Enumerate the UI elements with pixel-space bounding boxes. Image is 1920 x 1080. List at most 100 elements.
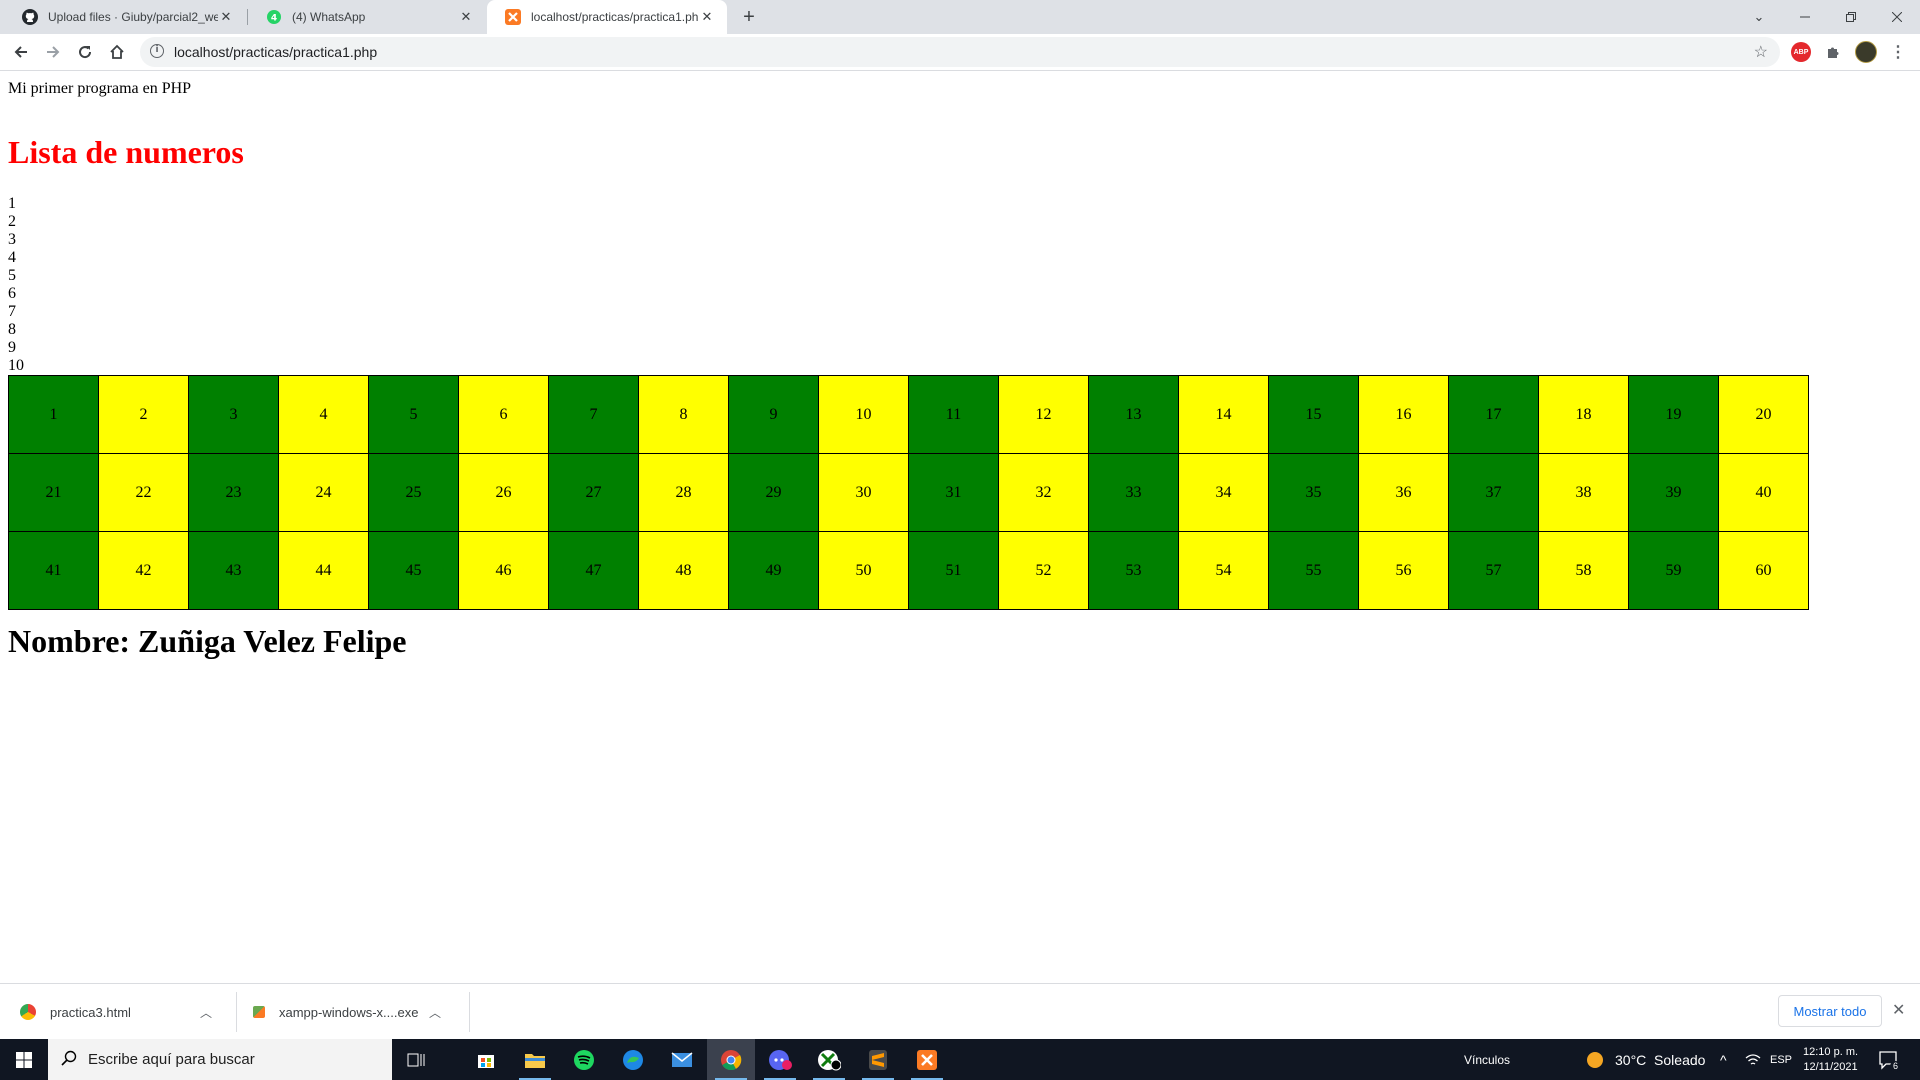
grid-cell: 38 — [1538, 453, 1629, 532]
taskbar-search[interactable]: Escribe aquí para buscar — [48, 1039, 392, 1080]
edge-icon[interactable] — [609, 1039, 657, 1080]
chevron-up-icon[interactable]: ︿ — [429, 1004, 441, 1021]
grid-cell: 56 — [1358, 531, 1449, 610]
window-close-icon[interactable] — [1874, 0, 1920, 34]
svg-text:4: 4 — [271, 14, 277, 24]
grid-cell: 18 — [1538, 375, 1629, 454]
grid-cell: 15 — [1268, 375, 1359, 454]
show-all-downloads-button[interactable]: Mostrar todo — [1778, 995, 1882, 1027]
xampp-icon — [505, 9, 521, 25]
download-separator — [469, 992, 470, 1032]
table-row: 21 22 23 24 25 26 27 28 29 30 31 32 33 34 35 36 37 38 39 40 — [8, 453, 1809, 532]
tab-github-upload[interactable]: Upload files · Giuby/parcial2_web ✕ — [4, 0, 246, 34]
grid-cell: 33 — [1088, 453, 1179, 532]
windows-start-icon[interactable] — [0, 1039, 48, 1080]
store-icon[interactable] — [462, 1039, 510, 1080]
grid-cell: 32 — [998, 453, 1089, 532]
grid-cell: 53 — [1088, 531, 1179, 610]
chevron-up-tray-icon[interactable]: ^ — [1720, 1039, 1727, 1080]
download-filename: practica3.html — [50, 1004, 131, 1020]
close-icon[interactable]: ✕ — [458, 9, 474, 25]
close-downloads-icon[interactable]: ✕ — [1892, 1000, 1905, 1020]
xampp-taskbar-icon[interactable] — [903, 1039, 951, 1080]
chrome-taskbar-icon[interactable] — [707, 1039, 755, 1080]
number-list-item: 5 — [8, 267, 16, 284]
grid-cell: 16 — [1358, 375, 1449, 454]
address-url[interactable]: localhost/practicas/practica1.php — [174, 44, 377, 60]
grid-cell: 2 — [98, 375, 189, 454]
grid-cell: 27 — [548, 453, 639, 532]
task-view-icon[interactable] — [392, 1039, 440, 1080]
grid-cell: 10 — [818, 375, 909, 454]
sun-weather-icon[interactable] — [1570, 1039, 1620, 1080]
grid-cell: 48 — [638, 531, 729, 610]
sublime-text-icon[interactable] — [854, 1039, 902, 1080]
github-icon — [22, 9, 38, 25]
adblock-plus-icon[interactable]: ABP — [1791, 42, 1811, 62]
close-icon[interactable]: ✕ — [218, 9, 234, 25]
page-content: Mi primer programa en PHP Lista de numer… — [0, 71, 1920, 983]
language-indicator[interactable]: ESP — [1770, 1039, 1792, 1080]
tab-practica1[interactable]: localhost/practicas/practica1.php ✕ — [487, 0, 727, 34]
grid-cell: 50 — [818, 531, 909, 610]
grid-cell: 21 — [8, 453, 99, 532]
tab-title: Upload files · Giuby/parcial2_web — [48, 10, 218, 24]
grid-cell: 12 — [998, 375, 1089, 454]
extensions-puzzle-icon[interactable] — [1823, 42, 1843, 62]
table-row: 1 2 3 4 5 6 7 8 9 10 11 12 13 14 15 16 17 18 19 20 — [8, 375, 1809, 454]
browser-menu-icon[interactable]: ⋮ — [1888, 42, 1908, 62]
grid-cell: 34 — [1178, 453, 1269, 532]
grid-cell: 17 — [1448, 375, 1539, 454]
reload-icon[interactable] — [71, 38, 99, 66]
close-icon[interactable]: ✕ — [699, 9, 715, 25]
number-list-item: 9 — [8, 339, 16, 356]
download-item-practica3[interactable]: practica3.html ︿ — [0, 984, 236, 1040]
grid-cell: 44 — [278, 531, 369, 610]
restore-icon[interactable] — [1828, 0, 1874, 34]
grid-cell: 19 — [1628, 375, 1719, 454]
new-tab-button[interactable]: + — [737, 5, 761, 29]
minimize-icon[interactable] — [1782, 0, 1828, 34]
bookmark-star-icon[interactable]: ☆ — [1754, 42, 1768, 62]
tab-search-icon[interactable]: ⌄ — [1736, 0, 1782, 34]
search-placeholder: Escribe aquí para buscar — [88, 1051, 255, 1068]
site-info-icon[interactable]: i — [150, 44, 164, 58]
mail-icon[interactable] — [658, 1039, 706, 1080]
links-toolbar[interactable]: Vínculos — [1464, 1039, 1510, 1080]
address-bar[interactable]: i localhost/practicas/practica1.php ☆ — [140, 37, 1780, 67]
home-icon[interactable] — [103, 38, 131, 66]
number-list-item: 3 — [8, 231, 16, 248]
clock[interactable]: 12:10 p. m. 12/11/2021 — [1803, 1039, 1858, 1080]
grid-cell: 31 — [908, 453, 999, 532]
grid-cell: 35 — [1268, 453, 1359, 532]
tab-title: localhost/practicas/practica1.php — [531, 10, 699, 24]
discord-icon[interactable] — [756, 1039, 804, 1080]
wifi-icon[interactable] — [1745, 1039, 1761, 1080]
spotify-icon[interactable] — [560, 1039, 608, 1080]
grid-cell: 52 — [998, 531, 1089, 610]
weather-text[interactable]: 30°C Soleado — [1615, 1039, 1705, 1080]
grid-cell: 11 — [908, 375, 999, 454]
xbox-icon[interactable] — [805, 1039, 853, 1080]
chevron-up-icon[interactable]: ︿ — [200, 1004, 212, 1021]
grid-cell: 28 — [638, 453, 729, 532]
grid-cell: 8 — [638, 375, 729, 454]
table-row: 41 42 43 44 45 46 47 48 49 50 51 52 53 54 55 56 57 58 59 60 — [8, 531, 1809, 610]
tab-whatsapp[interactable]: 4 (4) WhatsApp ✕ — [248, 0, 486, 34]
file-explorer-icon[interactable] — [511, 1039, 559, 1080]
grid-cell: 7 — [548, 375, 639, 454]
grid-cell: 51 — [908, 531, 999, 610]
download-item-xampp[interactable]: xampp-windows-x....exe ︿ — [233, 984, 469, 1040]
forward-icon[interactable] — [39, 38, 67, 66]
grid-cell: 42 — [98, 531, 189, 610]
notification-center-icon[interactable]: 6 — [1878, 1039, 1901, 1080]
grid-cell: 30 — [818, 453, 909, 532]
clock-time: 12:10 p. m. — [1803, 1045, 1859, 1058]
tab-title: (4) WhatsApp — [292, 10, 366, 24]
grid-cell: 1 — [8, 375, 99, 454]
profile-avatar[interactable] — [1855, 41, 1877, 63]
grid-cell: 25 — [368, 453, 459, 532]
back-icon[interactable] — [7, 38, 35, 66]
list-heading: Lista de numeros — [8, 134, 244, 170]
browser-toolbar: i localhost/practicas/practica1.php ☆ AB… — [0, 34, 1920, 71]
